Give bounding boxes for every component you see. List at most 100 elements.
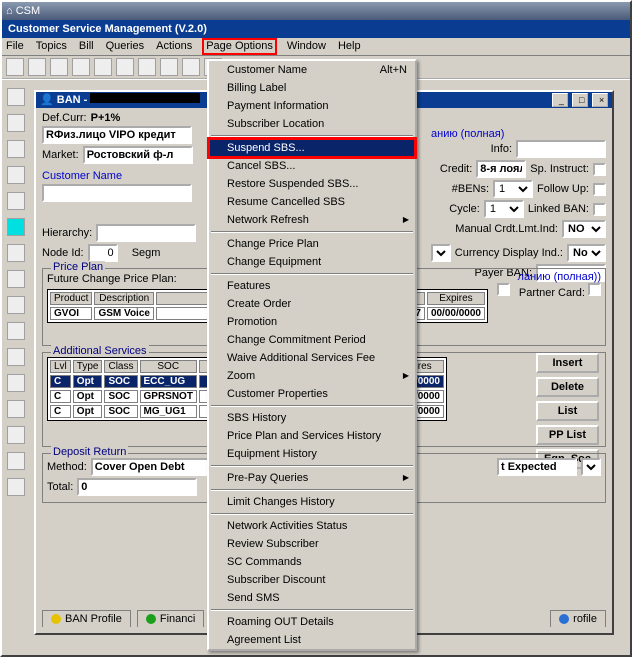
menu-item-sbsh[interactable]: SBS History <box>209 409 415 427</box>
menu-item-cprops[interactable]: Customer Properties <box>209 385 415 403</box>
tab-ban-profile[interactable]: BAN Profile <box>42 610 131 627</box>
sidebar-icon[interactable] <box>7 296 25 314</box>
sidebar-icon[interactable] <box>7 140 25 158</box>
sidebar-icon[interactable] <box>7 244 25 262</box>
account-type-field[interactable] <box>42 126 192 144</box>
menu-page-options[interactable]: Page Options <box>202 38 277 55</box>
child-minimize-button[interactable]: _ <box>552 93 568 107</box>
child-close-button[interactable]: × <box>592 93 608 107</box>
toolbar-btn[interactable] <box>116 58 134 76</box>
sidebar-icon[interactable] <box>7 192 25 210</box>
sidebar-icon[interactable] <box>7 218 25 236</box>
menu-item-waive[interactable]: Waive Additional Services Fee <box>209 349 415 367</box>
bens-select[interactable]: 1 <box>493 180 533 198</box>
toolbar-btn[interactable] <box>182 58 200 76</box>
col-desc[interactable]: Description <box>94 292 154 305</box>
child-maximize-button[interactable]: □ <box>572 93 588 107</box>
menu-item-netact[interactable]: Network Activities Status <box>209 517 415 535</box>
menu-item-subdisc[interactable]: Subscriber Discount <box>209 571 415 589</box>
menu-item-netref[interactable]: Network Refresh <box>209 211 415 229</box>
menu-item-eqh[interactable]: Equipment History <box>209 445 415 463</box>
menu-actions[interactable]: Actions <box>156 40 192 53</box>
info-field[interactable] <box>516 140 606 158</box>
insert-button[interactable]: Insert <box>536 353 599 373</box>
menu-item-pph[interactable]: Price Plan and Services History <box>209 427 415 445</box>
menu-item-sms[interactable]: Send SMS <box>209 589 415 607</box>
sidebar-icon[interactable] <box>7 322 25 340</box>
customer-name-field[interactable] <box>42 184 192 202</box>
menu-topics[interactable]: Topics <box>36 40 67 53</box>
menu-item-pay[interactable]: Payment Information <box>209 97 415 115</box>
menu-item-sccmd[interactable]: SC Commands <box>209 553 415 571</box>
toolbar-btn[interactable] <box>72 58 90 76</box>
menu-item-order[interactable]: Create Order <box>209 295 415 313</box>
col-expires[interactable]: Expires <box>427 292 485 305</box>
menu-window[interactable]: Window <box>287 40 326 53</box>
menu-item-promo[interactable]: Promotion <box>209 313 415 331</box>
credit-field[interactable] <box>476 160 526 178</box>
deposit-total-field[interactable] <box>77 478 197 496</box>
toolbar-btn[interactable] <box>94 58 112 76</box>
market-field[interactable] <box>83 146 193 164</box>
menu-item-prepay[interactable]: Pre-Pay Queries <box>209 469 415 487</box>
linkedban-check[interactable] <box>593 203 606 216</box>
toolbar-btn[interactable] <box>28 58 46 76</box>
menu-item-cancel[interactable]: Cancel SBS... <box>209 157 415 175</box>
col-soc[interactable]: SOC <box>140 360 197 373</box>
menu-item-chgeq[interactable]: Change Equipment <box>209 253 415 271</box>
sidebar-icon[interactable] <box>7 166 25 184</box>
col-type[interactable]: Type <box>73 360 103 373</box>
cdi-select[interactable]: No <box>567 244 606 262</box>
list-button[interactable]: List <box>536 401 599 421</box>
toolbar-btn[interactable] <box>50 58 68 76</box>
menu-item-feat[interactable]: Features <box>209 277 415 295</box>
sidebar-icon[interactable] <box>7 374 25 392</box>
col-class[interactable]: Class <box>104 360 137 373</box>
menu-item-zoom[interactable]: Zoom <box>209 367 415 385</box>
sidebar-icon[interactable] <box>7 114 25 132</box>
cycle-select[interactable]: 1 <box>484 200 524 218</box>
pp-check[interactable] <box>497 283 510 296</box>
sidebar-icon[interactable] <box>7 88 25 106</box>
deposit-status-field[interactable] <box>497 458 577 476</box>
menu-help[interactable]: Help <box>338 40 361 53</box>
menu-item-agree[interactable]: Agreement List <box>209 631 415 649</box>
sidebar-icon[interactable] <box>7 426 25 444</box>
menu-item-suspend[interactable]: Suspend SBS... <box>209 139 415 157</box>
sidebar-icon[interactable] <box>7 478 25 496</box>
toolbar-btn[interactable] <box>160 58 178 76</box>
menu-item-resume[interactable]: Resume Cancelled SBS <box>209 193 415 211</box>
toolbar-btn[interactable] <box>6 58 24 76</box>
menu-bill[interactable]: Bill <box>79 40 94 53</box>
sidebar-icon[interactable] <box>7 270 25 288</box>
menu-item-limit[interactable]: Limit Changes History <box>209 493 415 511</box>
menu-item-revsub[interactable]: Review Subscriber <box>209 535 415 553</box>
sidebar-icon[interactable] <box>7 452 25 470</box>
followup-check[interactable] <box>593 183 606 196</box>
sidebar-icon[interactable] <box>7 348 25 366</box>
menu-item-commit[interactable]: Change Commitment Period <box>209 331 415 349</box>
menu-item-restore[interactable]: Restore Suspended SBS... <box>209 175 415 193</box>
sidebar-icon[interactable] <box>7 400 25 418</box>
deposit-status-select[interactable] <box>581 458 601 476</box>
col-product[interactable]: Product <box>50 292 92 305</box>
delete-button[interactable]: Delete <box>536 377 599 397</box>
hierarchy-field[interactable] <box>96 224 196 242</box>
deposit-method-field[interactable] <box>91 458 211 476</box>
col-lvl[interactable]: Lvl <box>50 360 71 373</box>
menu-queries[interactable]: Queries <box>106 40 145 53</box>
nodeid-field[interactable] <box>88 244 118 262</box>
mcli-select[interactable]: NO <box>562 220 606 238</box>
menu-item-cust[interactable]: Customer NameAlt+N <box>209 61 415 79</box>
toolbar-btn[interactable] <box>138 58 156 76</box>
tab-financial[interactable]: Financi <box>137 610 204 627</box>
tab-profile[interactable]: rofile <box>550 610 606 627</box>
partner-check[interactable] <box>588 283 601 296</box>
menu-item-subloc[interactable]: Subscriber Location <box>209 115 415 133</box>
hier-select[interactable] <box>431 244 451 262</box>
menu-item-roam[interactable]: Roaming OUT Details <box>209 613 415 631</box>
menu-file[interactable]: File <box>6 40 24 53</box>
spinstruct-check[interactable] <box>593 163 606 176</box>
pplist-button[interactable]: PP List <box>536 425 599 445</box>
menu-item-chgpp[interactable]: Change Price Plan <box>209 235 415 253</box>
